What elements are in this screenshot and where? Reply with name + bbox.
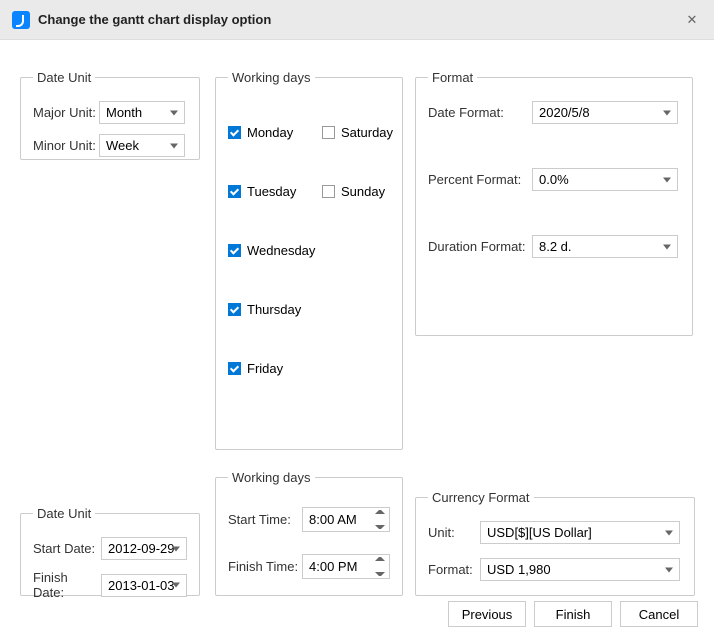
checkbox-monday[interactable]: Monday (228, 125, 315, 140)
working-days-group: Working days Monday Tuesday Wednesday Th… (215, 70, 403, 450)
checkbox-icon (228, 362, 241, 375)
checkbox-icon (322, 126, 335, 139)
checkbox-label: Saturday (341, 125, 393, 140)
start-time-label: Start Time: (228, 512, 302, 527)
minor-unit-value: Week (106, 138, 139, 153)
currency-format-legend: Currency Format (428, 490, 534, 505)
duration-format-select[interactable]: 8.2 d. (532, 235, 678, 258)
chevron-up-icon (375, 510, 385, 514)
checkbox-saturday[interactable]: Saturday (322, 125, 393, 140)
checkbox-label: Monday (247, 125, 293, 140)
chevron-down-icon (172, 583, 180, 588)
checkbox-label: Sunday (341, 184, 385, 199)
date-format-value: 2020/5/8 (539, 105, 590, 120)
checkbox-icon (228, 185, 241, 198)
date-unit-group: Date Unit Major Unit: Month Minor Unit: … (20, 70, 200, 160)
chevron-up-icon (375, 557, 385, 561)
close-icon[interactable]: ✕ (682, 12, 702, 28)
checkbox-icon (228, 244, 241, 257)
currency-format-group: Currency Format Unit: USD[$][US Dollar] … (415, 490, 695, 596)
app-logo-icon (12, 11, 30, 29)
chevron-down-icon (663, 177, 671, 182)
finish-time-label: Finish Time: (228, 559, 302, 574)
finish-button[interactable]: Finish (534, 601, 612, 627)
date-range-group: Date Unit Start Date: 2012-09-29 Finish … (20, 506, 200, 596)
major-unit-select[interactable]: Month (99, 101, 185, 124)
working-time-legend: Working days (228, 470, 315, 485)
minor-unit-select[interactable]: Week (99, 134, 185, 157)
duration-format-label: Duration Format: (428, 239, 532, 254)
dialog-content: Date Unit Major Unit: Month Minor Unit: … (0, 40, 714, 580)
date-format-select[interactable]: 2020/5/8 (532, 101, 678, 124)
checkbox-thursday[interactable]: Thursday (228, 302, 315, 317)
chevron-down-icon (663, 244, 671, 249)
chevron-down-icon (665, 530, 673, 535)
duration-format-value: 8.2 d. (539, 239, 572, 254)
start-time-stepper[interactable]: 8:00 AM (302, 507, 390, 532)
chevron-down-icon (663, 110, 671, 115)
chevron-down-icon (170, 110, 178, 115)
percent-format-value: 0.0% (539, 172, 569, 187)
date-unit-legend: Date Unit (33, 70, 95, 85)
start-date-value: 2012-09-29 (108, 541, 175, 556)
checkbox-icon (322, 185, 335, 198)
finish-time-value: 4:00 PM (309, 559, 357, 574)
chevron-down-icon (375, 572, 385, 576)
finish-time-stepper[interactable]: 4:00 PM (302, 554, 390, 579)
titlebar: Change the gantt chart display option ✕ (0, 0, 714, 40)
currency-format-label: Format: (428, 562, 480, 577)
previous-button[interactable]: Previous (448, 601, 526, 627)
start-date-select[interactable]: 2012-09-29 (101, 537, 187, 560)
checkbox-sunday[interactable]: Sunday (322, 184, 393, 199)
percent-format-label: Percent Format: (428, 172, 532, 187)
format-group: Format Date Format: 2020/5/8 Percent For… (415, 70, 693, 336)
checkbox-tuesday[interactable]: Tuesday (228, 184, 315, 199)
working-time-group: Working days Start Time: 8:00 AM Finish … (215, 470, 403, 596)
checkbox-icon (228, 126, 241, 139)
checkbox-wednesday[interactable]: Wednesday (228, 243, 315, 258)
currency-unit-select[interactable]: USD[$][US Dollar] (480, 521, 680, 544)
checkbox-label: Tuesday (247, 184, 296, 199)
currency-unit-label: Unit: (428, 525, 480, 540)
start-time-value: 8:00 AM (309, 512, 357, 527)
cancel-button[interactable]: Cancel (620, 601, 698, 627)
checkbox-label: Wednesday (247, 243, 315, 258)
currency-format-select[interactable]: USD 1,980 (480, 558, 680, 581)
format-legend: Format (428, 70, 477, 85)
chevron-down-icon (170, 143, 178, 148)
major-unit-label: Major Unit: (33, 105, 99, 120)
percent-format-select[interactable]: 0.0% (532, 168, 678, 191)
currency-format-value: USD 1,980 (487, 562, 551, 577)
checkbox-icon (228, 303, 241, 316)
date-range-legend: Date Unit (33, 506, 95, 521)
working-days-legend: Working days (228, 70, 315, 85)
checkbox-label: Thursday (247, 302, 301, 317)
minor-unit-label: Minor Unit: (33, 138, 99, 153)
currency-unit-value: USD[$][US Dollar] (487, 525, 592, 540)
date-format-label: Date Format: (428, 105, 532, 120)
chevron-down-icon (665, 567, 673, 572)
checkbox-friday[interactable]: Friday (228, 361, 315, 376)
window-title: Change the gantt chart display option (38, 12, 682, 27)
start-date-label: Start Date: (33, 541, 101, 556)
dialog-footer: Previous Finish Cancel (0, 589, 714, 639)
major-unit-value: Month (106, 105, 142, 120)
chevron-down-icon (375, 525, 385, 529)
checkbox-label: Friday (247, 361, 283, 376)
chevron-down-icon (172, 546, 180, 551)
